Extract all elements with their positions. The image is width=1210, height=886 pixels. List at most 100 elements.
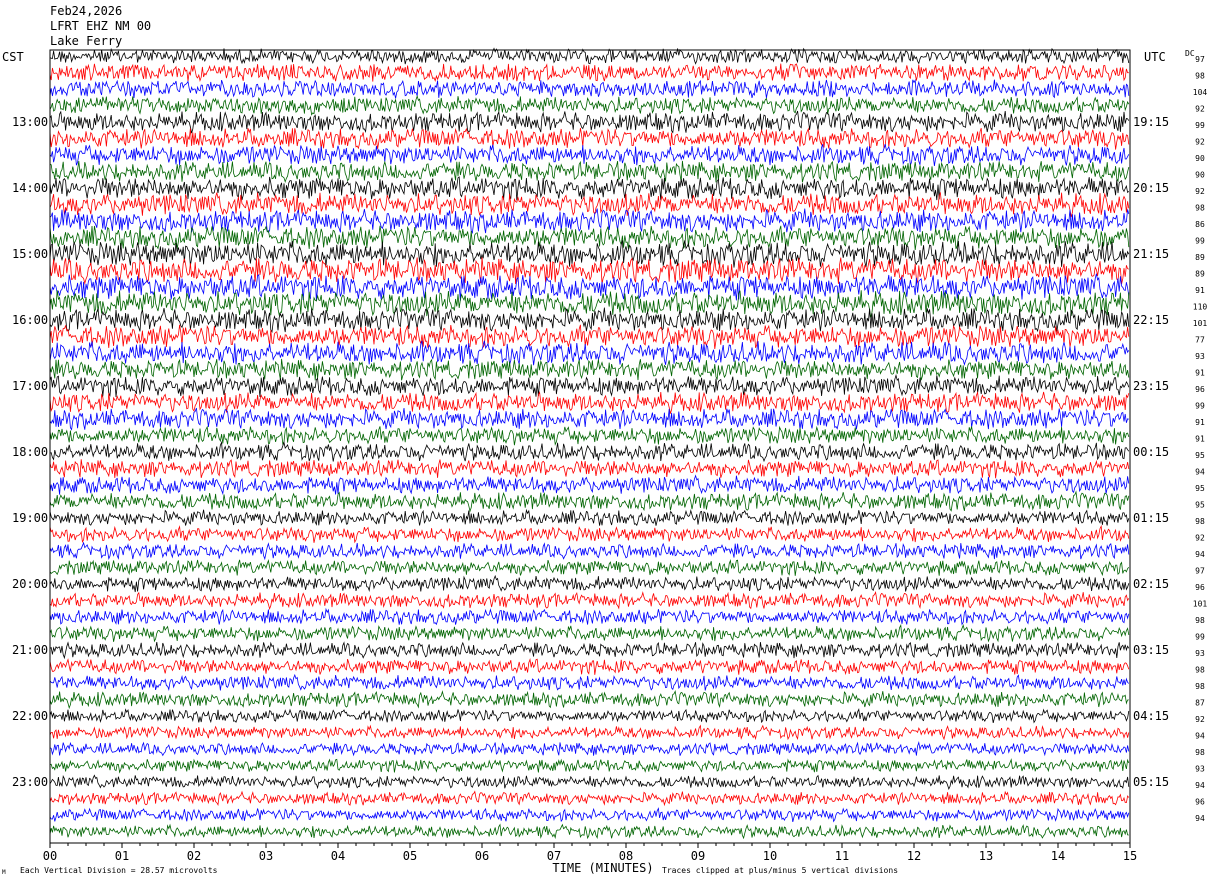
date-label: Feb24,2026 [50,4,123,18]
trace-row-23 [49,425,1130,446]
dc-offset-value: 95 [1195,501,1205,510]
dc-offset-value: 91 [1195,435,1205,444]
left-hour-label: 22:00 [12,709,48,723]
trace-row-42 [49,741,1130,757]
location-label: Lake Ferry [50,34,123,48]
trace-row-6 [49,143,1130,166]
dc-offset-value: 98 [1195,616,1205,625]
trace-row-31 [49,559,1130,577]
x-tick-label: 12 [907,849,921,863]
right-hour-label: 00:15 [1133,445,1169,459]
dc-offset-value: 98 [1195,748,1205,757]
left-hour-label: 17:00 [12,379,48,393]
trace-row-12 [49,240,1130,268]
trace-row-19 [49,358,1130,381]
dc-offset-value: 98 [1195,517,1205,526]
trace-row-25 [49,459,1130,479]
x-tick-label: 01 [115,849,129,863]
trace-row-1 [49,63,1129,83]
left-hour-label: 16:00 [12,313,48,327]
x-tick-label: 09 [691,849,705,863]
dc-offset-value: 89 [1195,270,1205,279]
trace-row-35 [49,623,1130,643]
trace-row-38 [49,673,1130,691]
dc-offset-value: 98 [1195,72,1205,81]
right-hour-label: 19:15 [1133,115,1169,129]
dc-offset-value: 98 [1195,666,1205,675]
dc-offset-value: 91 [1195,418,1205,427]
trace-row-5 [49,127,1130,150]
dc-offset-value: 96 [1195,385,1205,394]
left-hour-label: 23:00 [12,775,48,789]
dc-offset-value: 99 [1195,121,1205,130]
dc-offset-value: 101 [1193,319,1208,328]
trace-row-21 [49,390,1130,414]
dc-offset-value: 90 [1195,154,1205,163]
dc-offset-value: 101 [1193,600,1208,609]
dc-offset-value: 92 [1195,715,1205,724]
dc-offset-value: 95 [1195,484,1205,493]
dc-header-label: DC [1185,49,1195,58]
trace-row-9 [49,191,1130,218]
left-hour-label: 20:00 [12,577,48,591]
dc-offset-value: 104 [1193,88,1208,97]
corner-mark: M [2,869,6,876]
dc-offset-value: 93 [1195,649,1205,658]
dc-offset-value: 89 [1195,253,1205,262]
dc-offset-value: 94 [1195,550,1205,559]
left-hour-label: 14:00 [12,181,48,195]
trace-row-24 [49,440,1130,463]
dc-offset-value: 92 [1195,187,1205,196]
trace-row-41 [49,724,1130,741]
dc-offset-value: 94 [1195,732,1205,741]
x-tick-label: 10 [763,849,777,863]
trace-row-29 [49,524,1130,544]
dc-offset-value: 96 [1195,583,1205,592]
trace-row-2 [49,78,1130,99]
dc-offset-value: 97 [1195,567,1205,576]
dc-offset-value: 97 [1195,55,1205,64]
left-hour-label: 21:00 [12,643,48,657]
right-hour-label: 23:15 [1133,379,1169,393]
left-hour-label: 15:00 [12,247,48,261]
trace-row-4 [49,110,1130,134]
left-timezone-label: CST [2,50,24,64]
dc-offset-value: 99 [1195,237,1205,246]
trace-row-20 [49,373,1130,398]
dc-offset-value: 94 [1195,814,1205,823]
dc-offset-value: 86 [1195,220,1205,229]
right-hour-label: 22:15 [1133,313,1169,327]
x-tick-label: 00 [43,849,57,863]
trace-row-27 [49,490,1130,513]
trace-row-22 [49,407,1129,431]
right-hour-label: 03:15 [1133,643,1169,657]
dc-offset-value: 92 [1195,138,1205,147]
trace-row-47 [49,823,1129,840]
dc-offset-value: 96 [1195,798,1205,807]
dc-offset-value: 90 [1195,171,1205,180]
x-tick-label: 13 [979,849,993,863]
trace-row-32 [49,574,1130,593]
right-timezone-label: UTC [1144,50,1166,64]
x-tick-label: 14 [1051,849,1065,863]
trace-row-26 [49,474,1130,496]
trace-row-37 [49,658,1130,676]
dc-offset-value: 99 [1195,402,1205,411]
dc-offset-value: 93 [1195,765,1205,774]
trace-row-28 [49,508,1130,527]
helicorder-plot: 00 01 02 03 04 05 06 07 08 09 10 11 12 13 14 15TIME (MI… [12,47,1208,875]
trace-row-8 [49,176,1130,201]
dc-offset-value: 92 [1195,105,1205,114]
x-tick-label: 03 [259,849,273,863]
right-hour-label: 05:15 [1133,775,1169,789]
trace-row-17 [49,324,1130,350]
trace-row-39 [49,689,1129,710]
left-hour-label: 18:00 [12,445,48,459]
dc-offset-value: 95 [1195,451,1205,460]
dc-offset-value: 110 [1193,303,1208,312]
right-hour-label: 20:15 [1133,181,1169,195]
left-hour-label: 13:00 [12,115,48,129]
station-label: LFRT EHZ NM 00 [50,19,152,33]
trace-row-40 [49,708,1130,724]
dc-offset-value: 77 [1195,336,1205,345]
